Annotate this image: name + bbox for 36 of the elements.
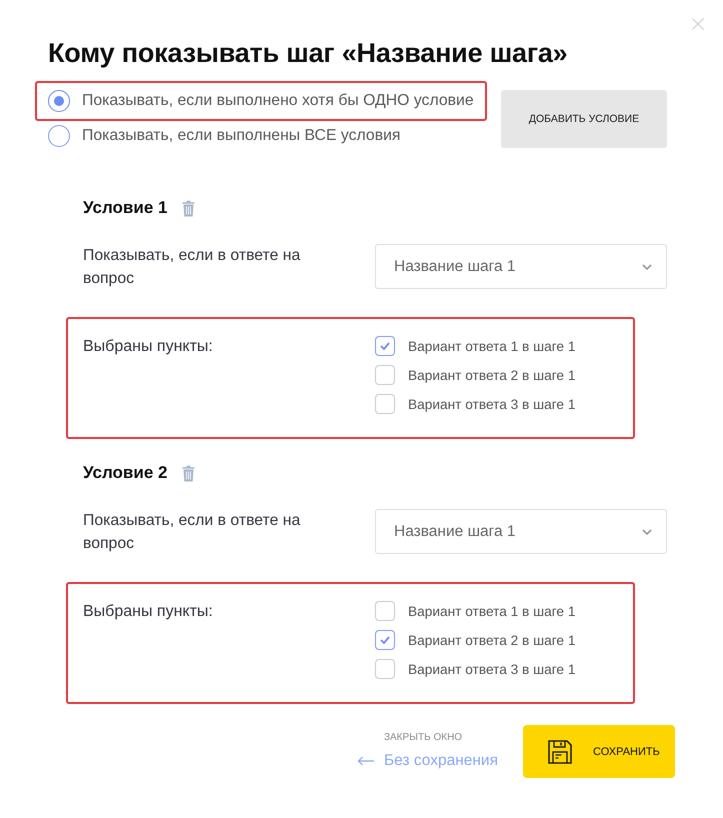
- checkmark-icon: [380, 636, 390, 644]
- step-select[interactable]: Название шага 1: [375, 244, 667, 289]
- dialog-title: Кому показывать шаг «Название шага»: [48, 37, 569, 69]
- checkbox[interactable]: [375, 394, 395, 414]
- option-label: Вариант ответа 3 в шаге 1: [408, 662, 576, 676]
- step-select[interactable]: Название шага 1: [375, 509, 667, 554]
- arrow-left-icon: [356, 756, 375, 766]
- trash-icon[interactable]: [182, 200, 196, 216]
- close-caption: ЗАКРЫТЬ ОКНО: [384, 732, 462, 744]
- checkbox[interactable]: [375, 365, 395, 385]
- trash-icon[interactable]: [182, 464, 196, 482]
- option-label: Вариант ответа 1 в шаге 1: [408, 338, 576, 354]
- chevron-down-icon: [642, 264, 652, 270]
- radio-label: Показывать, если выполнены ВСЕ условия: [82, 127, 400, 145]
- option-label: Вариант ответа 1 в шаге 1: [408, 604, 576, 618]
- answers-label: Выбраны пункты:: [83, 337, 214, 357]
- radio-button[interactable]: [48, 90, 70, 112]
- option-label: Вариант ответа 2 в шаге 1: [408, 632, 576, 648]
- checkbox[interactable]: [375, 630, 395, 650]
- checkbox[interactable]: [375, 659, 395, 679]
- radio-button[interactable]: [48, 125, 70, 147]
- checkbox[interactable]: [375, 336, 395, 356]
- radio-label: Показывать, если выполнено хотя бы ОДНО условие: [82, 92, 474, 110]
- question-label: Показывать, если в ответе на вопрос: [83, 511, 302, 554]
- add-condition-button[interactable]: ДОБАВИТЬ УСЛОВИЕ: [501, 90, 667, 148]
- checkbox[interactable]: [375, 601, 395, 621]
- chevron-down-icon: [642, 528, 652, 534]
- checkmark-icon: [380, 342, 390, 350]
- save-button[interactable]: СОХРАНИТЬ: [523, 725, 675, 778]
- option-label: Вариант ответа 3 в шаге 1: [408, 396, 576, 412]
- option-label: Вариант ответа 2 в шаге 1: [408, 368, 576, 382]
- answers-label: Выбраны пункты:: [83, 602, 214, 622]
- condition-title: Условие 1: [83, 198, 168, 218]
- condition-title: Условие 2: [83, 463, 168, 483]
- close-icon[interactable]: [692, 18, 704, 30]
- question-label: Показывать, если в ответе на вопрос: [83, 246, 302, 289]
